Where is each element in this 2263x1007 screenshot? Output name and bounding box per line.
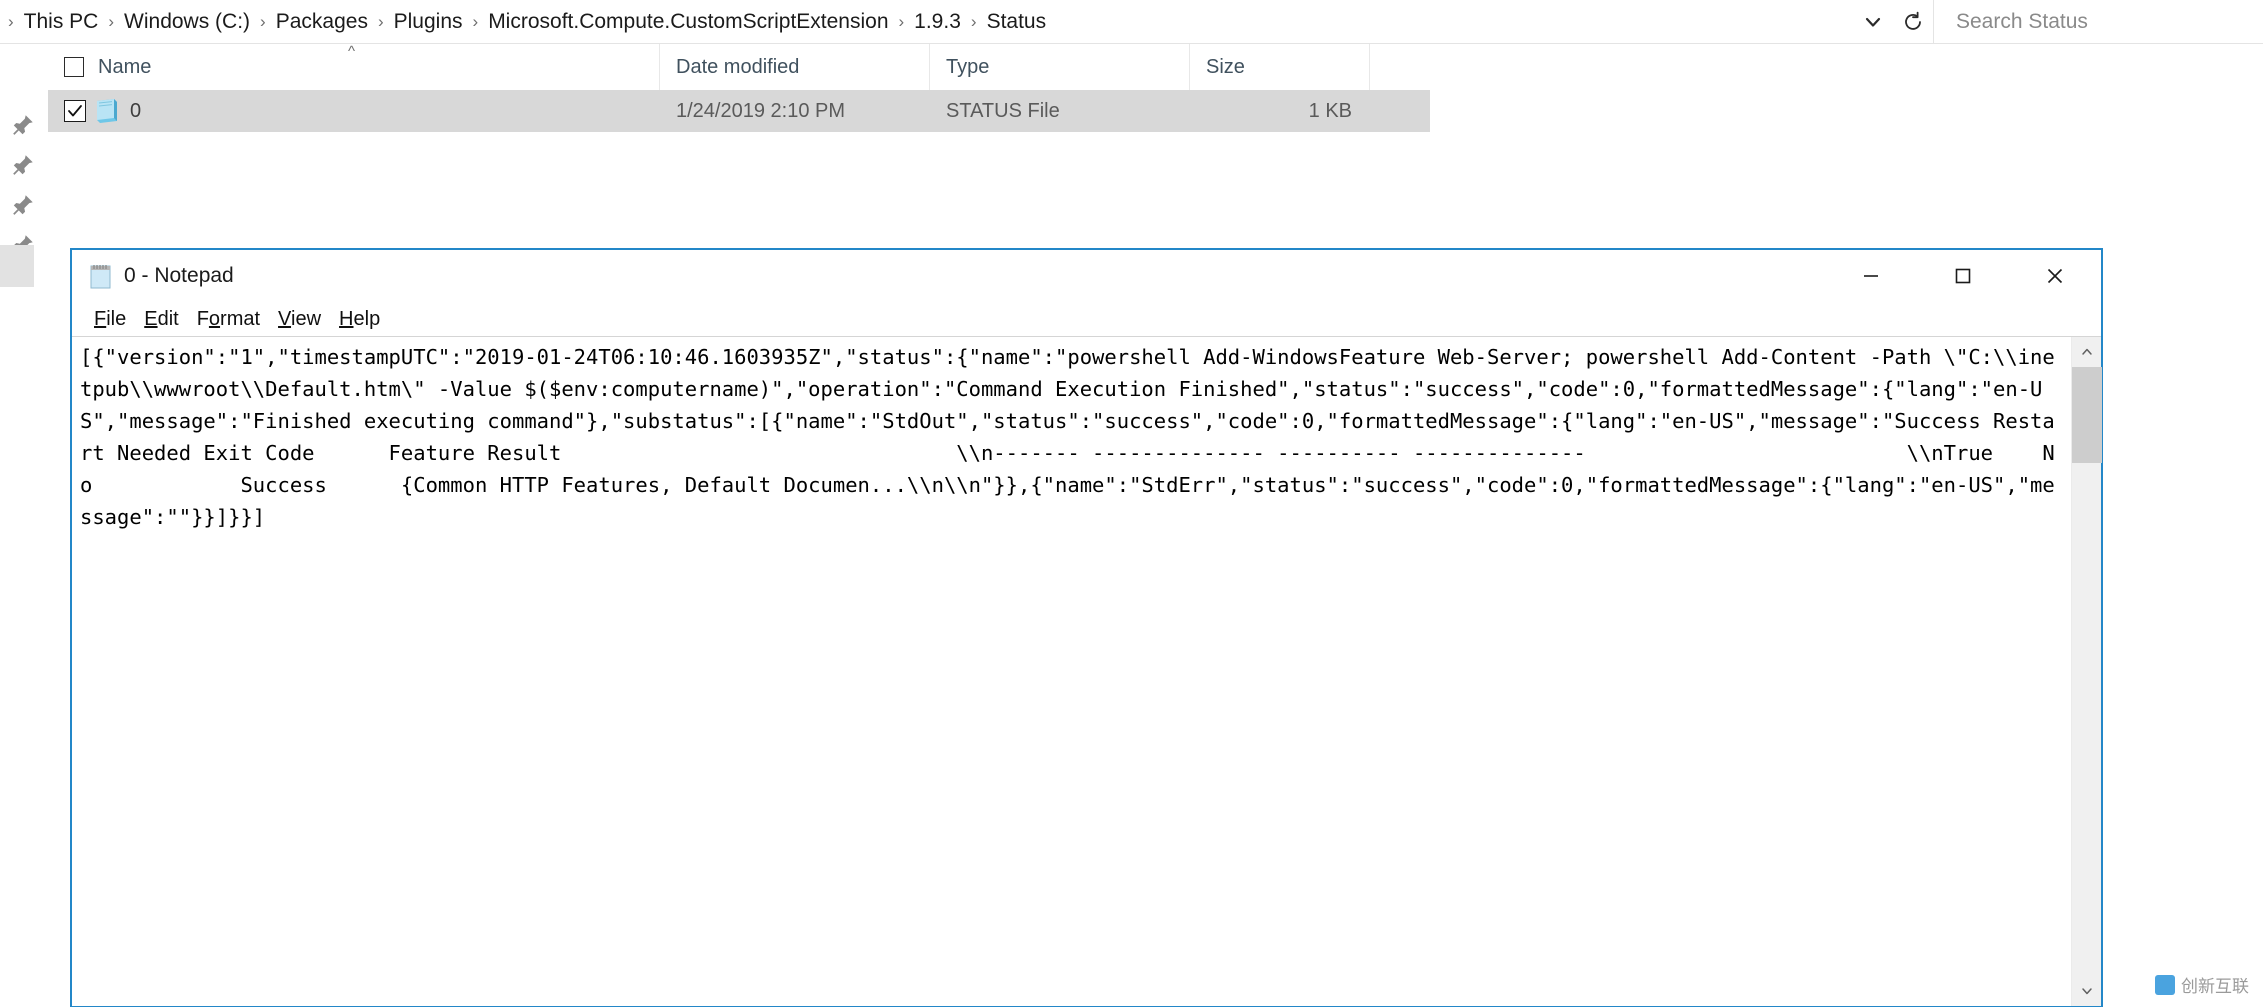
breadcrumb-item-packages[interactable]: Packages — [270, 6, 374, 38]
file-list-header: Name ^ Date modified Type Size — [0, 44, 2263, 90]
notepad-editor[interactable]: [{"version":"1","timestampUTC":"2019-01-… — [72, 336, 2102, 1006]
refresh-icon[interactable] — [1893, 2, 1933, 42]
column-header-type[interactable]: Type — [930, 44, 1190, 90]
menu-item-file[interactable]: File — [86, 304, 134, 334]
file-name-cell[interactable]: 0 — [48, 90, 660, 132]
vertical-scrollbar[interactable] — [2071, 337, 2102, 1006]
close-icon[interactable] — [2009, 250, 2101, 302]
file-name-label: 0 — [130, 99, 142, 122]
column-header-size-label: Size — [1206, 55, 1245, 78]
watermark-text: 创新互联 — [2181, 977, 2249, 996]
address-bar-controls — [1853, 0, 1933, 44]
notepad-titlebar[interactable]: 0 - Notepad — [72, 250, 2101, 302]
breadcrumb-item-status[interactable]: Status — [981, 6, 1053, 38]
minimize-icon[interactable] — [1825, 250, 1917, 302]
breadcrumb-item-this-pc[interactable]: This PC — [18, 6, 105, 38]
pin-icon[interactable] — [10, 192, 36, 218]
column-header-name[interactable]: Name ^ — [48, 44, 660, 90]
table-row[interactable]: 0 1/24/2019 2:10 PM STATUS File 1 KB — [48, 90, 1430, 132]
notepad-text-content[interactable]: [{"version":"1","timestampUTC":"2019-01-… — [72, 337, 2071, 1006]
notepad-menubar: File Edit Format View Help — [72, 302, 2101, 336]
address-bar: › This PC › Windows (C:) › Packages › Pl… — [0, 0, 2263, 44]
breadcrumb-item-plugins[interactable]: Plugins — [388, 6, 469, 38]
breadcrumb-item-version[interactable]: 1.9.3 — [908, 6, 967, 38]
screen-root: › This PC › Windows (C:) › Packages › Pl… — [0, 0, 2263, 1007]
watermark-logo-icon — [2155, 974, 2175, 995]
scrollbar-thumb[interactable] — [2072, 367, 2102, 463]
select-all-checkbox[interactable] — [64, 57, 84, 77]
maximize-icon[interactable] — [1917, 250, 2009, 302]
menu-item-format[interactable]: Format — [189, 304, 268, 334]
breadcrumb-separator: › — [8, 11, 14, 31]
breadcrumb-separator: › — [472, 11, 479, 31]
navigation-pane-selected-block[interactable] — [0, 245, 34, 287]
breadcrumb[interactable]: › This PC › Windows (C:) › Packages › Pl… — [0, 0, 1853, 44]
header-gutter — [0, 44, 48, 90]
menu-item-view[interactable]: View — [270, 304, 329, 334]
chevron-down-icon[interactable] — [1853, 2, 1893, 42]
file-size-cell: 1 KB — [1308, 99, 1352, 122]
notepad-window: 0 - Notepad File Edit Format View Help [… — [70, 248, 2103, 1007]
menu-item-edit[interactable]: Edit — [136, 304, 186, 334]
menu-item-help[interactable]: Help — [331, 304, 388, 334]
column-header-name-label: Name — [98, 55, 152, 78]
column-header-date-label: Date modified — [676, 55, 800, 78]
window-controls — [1825, 250, 2101, 302]
sort-ascending-icon: ^ — [348, 43, 356, 60]
file-date-cell: 1/24/2019 2:10 PM — [676, 99, 846, 122]
notepad-window-title: 0 - Notepad — [124, 264, 234, 287]
column-header-date-modified[interactable]: Date modified — [660, 44, 930, 90]
breadcrumb-item-extension[interactable]: Microsoft.Compute.CustomScriptExtension — [482, 6, 894, 38]
status-file-icon — [94, 97, 120, 125]
notepad-icon — [88, 262, 114, 290]
column-header-size[interactable]: Size — [1190, 44, 1370, 90]
file-type-cell: STATUS File — [946, 99, 1060, 122]
search-placeholder: Search Status — [1956, 9, 2088, 33]
breadcrumb-separator: › — [898, 11, 905, 31]
breadcrumb-separator: › — [377, 11, 384, 31]
breadcrumb-separator: › — [260, 11, 266, 31]
column-header-type-label: Type — [946, 55, 990, 78]
breadcrumb-item-windows-c[interactable]: Windows (C:) — [118, 6, 256, 38]
file-list: 0 1/24/2019 2:10 PM STATUS File 1 KB — [0, 90, 2263, 132]
breadcrumb-separator: › — [970, 11, 977, 31]
row-checkbox[interactable] — [64, 100, 86, 122]
search-input[interactable]: Search Status — [1933, 0, 2263, 44]
scroll-up-icon[interactable] — [2072, 337, 2102, 367]
pin-icon[interactable] — [10, 152, 36, 178]
scroll-down-icon[interactable] — [2072, 976, 2102, 1006]
watermark: 创新互联 — [2155, 972, 2249, 997]
breadcrumb-separator: › — [108, 11, 115, 31]
